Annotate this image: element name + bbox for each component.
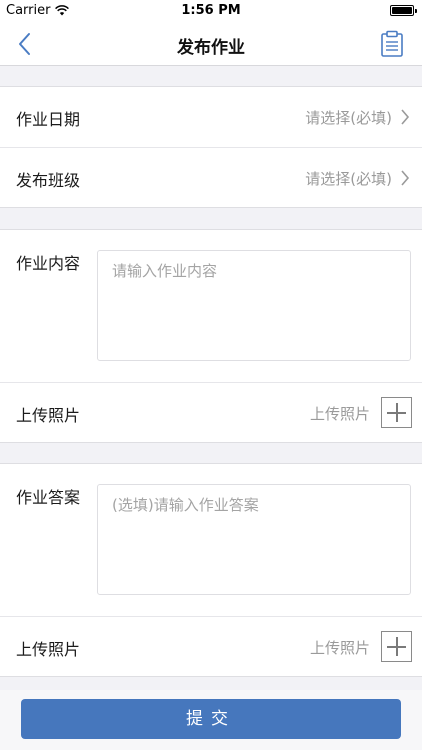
answer-add-photo-button[interactable]	[381, 631, 412, 662]
answer-upload-row: 上传照片 上传照片	[0, 616, 422, 676]
chevron-right-icon	[401, 170, 410, 186]
nav-bar: 发布作业	[0, 22, 422, 66]
content-row: 作业内容 请输入作业内容	[0, 230, 422, 382]
content-label: 作业内容	[16, 254, 81, 273]
content-upload-row: 上传照片 上传照片	[0, 382, 422, 442]
content-group: 作业内容 请输入作业内容 上传照片 上传照片	[0, 229, 422, 443]
content-upload-hint: 上传照片	[309, 405, 370, 423]
answer-group: 作业答案 (选填)请输入作业答案 上传照片 上传照片	[0, 463, 422, 677]
answer-upload-hint: 上传照片	[309, 639, 370, 657]
answer-row: 作业答案 (选填)请输入作业答案	[0, 464, 422, 616]
content-upload-label: 上传照片	[16, 406, 81, 425]
date-value: 请选择(必填)	[305, 109, 392, 127]
class-row[interactable]: 发布班级 请选择(必填)	[0, 147, 422, 207]
battery-icon	[390, 5, 417, 16]
content-input[interactable]: 请输入作业内容	[97, 250, 411, 361]
answer-upload-label: 上传照片	[16, 640, 81, 659]
class-label: 发布班级	[16, 171, 81, 190]
answer-input[interactable]: (选填)请输入作业答案	[97, 484, 411, 595]
class-value: 请选择(必填)	[305, 170, 392, 188]
status-bar: Carrier 1:56 PM	[0, 0, 422, 22]
submit-bar: 提交	[0, 690, 422, 750]
chevron-right-icon	[401, 109, 410, 125]
answer-label: 作业答案	[16, 488, 81, 507]
selection-group: 作业日期 请选择(必填) 发布班级 请选择(必填)	[0, 86, 422, 208]
page-title: 发布作业	[177, 38, 245, 58]
content-add-photo-button[interactable]	[381, 397, 412, 428]
date-row[interactable]: 作业日期 请选择(必填)	[0, 87, 422, 147]
status-time: 1:56 PM	[181, 3, 241, 18]
submit-button[interactable]: 提交	[21, 699, 401, 739]
date-label: 作业日期	[16, 110, 81, 129]
clipboard-icon[interactable]	[380, 30, 404, 58]
